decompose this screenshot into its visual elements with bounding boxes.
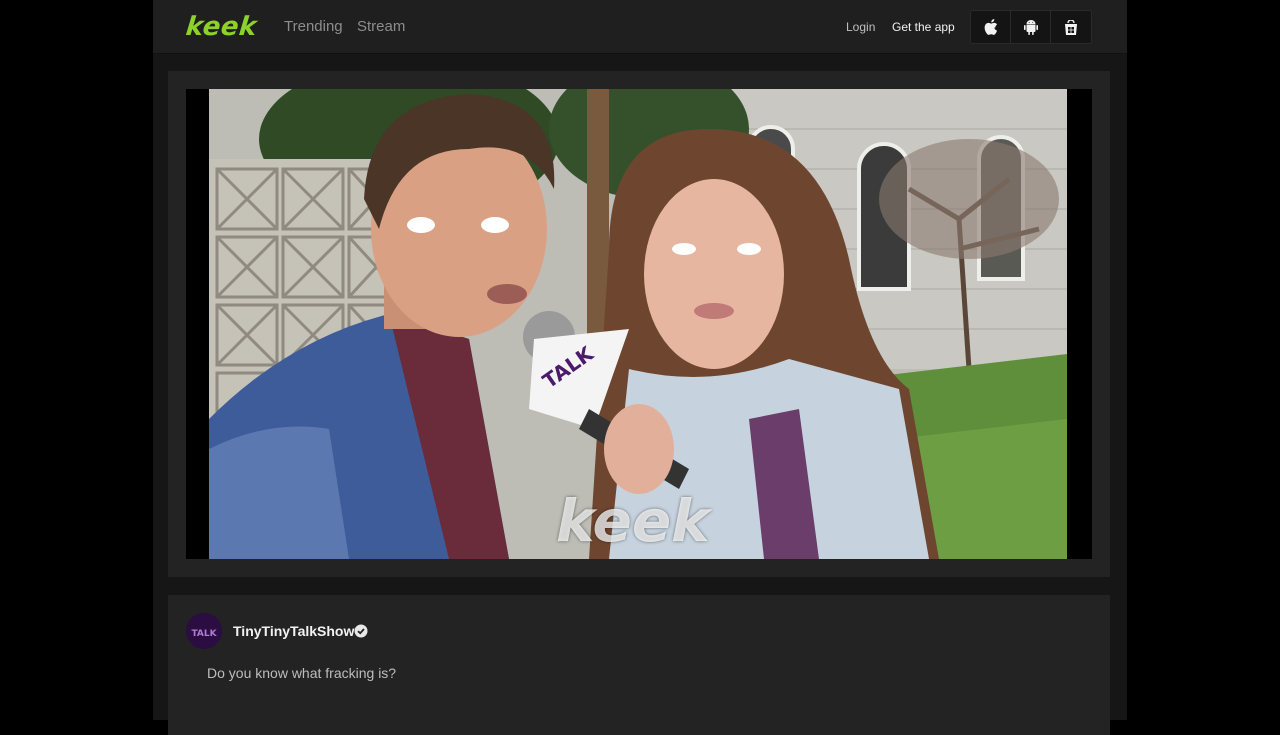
avatar-image: TALK (186, 613, 222, 649)
keek-logo[interactable]: keek (184, 12, 258, 42)
keek-watermark: keek (556, 487, 710, 555)
apple-store-button[interactable] (971, 11, 1011, 43)
svg-text:TALK: TALK (191, 629, 217, 639)
android-store-button[interactable] (1011, 11, 1051, 43)
nav-trending-link[interactable]: Trending (284, 18, 343, 35)
video-frame: TALK keek (209, 89, 1067, 559)
android-icon (1023, 20, 1038, 35)
user-avatar[interactable]: TALK (186, 613, 222, 649)
app-store-buttons (970, 10, 1092, 44)
post-info-card: TALK TinyTinyTalkShow Do you know what f… (168, 595, 1110, 735)
nav-stream-link[interactable]: Stream (357, 18, 405, 35)
post-caption: Do you know what fracking is? (207, 665, 397, 681)
windows-store-icon (1065, 19, 1077, 35)
username-link[interactable]: TinyTinyTalkShow (233, 623, 354, 639)
apple-icon (984, 19, 997, 35)
login-link[interactable]: Login (846, 20, 875, 34)
page: keek Trending Stream Login Get the app T… (153, 0, 1127, 735)
top-navigation-bar: keek Trending Stream Login Get the app (153, 0, 1127, 54)
video-card: TALK keek (168, 71, 1110, 577)
verified-badge-icon (354, 624, 368, 643)
get-the-app-link[interactable]: Get the app (892, 20, 955, 34)
windows-store-button[interactable] (1051, 11, 1091, 43)
video-player[interactable]: TALK keek (186, 89, 1092, 559)
